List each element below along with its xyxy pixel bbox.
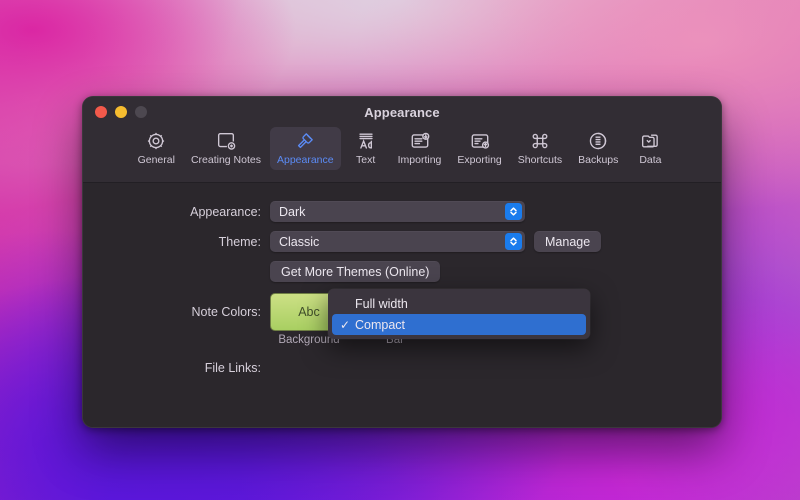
tab-backups-label: Backups bbox=[578, 154, 619, 166]
tab-text-label: Text bbox=[355, 154, 376, 166]
command-key-icon bbox=[529, 130, 551, 152]
appearance-row: Appearance: Dark bbox=[83, 201, 721, 222]
tab-data[interactable]: Data bbox=[627, 127, 673, 170]
desktop-wallpaper: Appearance General Creating Notes Appear… bbox=[0, 0, 800, 500]
theme-select[interactable]: Classic bbox=[270, 231, 525, 252]
paintbrush-icon bbox=[294, 130, 316, 152]
text-aa-icon bbox=[355, 130, 377, 152]
zoom-button[interactable] bbox=[135, 106, 147, 118]
tab-creating-notes-label: Creating Notes bbox=[190, 154, 261, 166]
chevron-updown-icon bbox=[505, 233, 522, 250]
window-titlebar: Appearance bbox=[83, 97, 721, 127]
export-doc-icon bbox=[469, 130, 491, 152]
layout-spacer bbox=[83, 334, 270, 346]
window-title: Appearance bbox=[364, 104, 440, 120]
preferences-toolbar: General Creating Notes Appearance Text I… bbox=[83, 127, 721, 183]
tab-shortcuts-label: Shortcuts bbox=[517, 154, 563, 166]
note-background-swatch-text: Abc bbox=[298, 305, 320, 319]
note-add-icon bbox=[215, 130, 237, 152]
file-links-dropdown-menu: Full width ✓ Compact bbox=[328, 289, 590, 339]
tab-text[interactable]: Text bbox=[343, 127, 389, 170]
tab-data-label: Data bbox=[639, 154, 662, 166]
appearance-pane: Appearance: Dark Theme: Classic Manage G… bbox=[83, 183, 721, 427]
tab-shortcuts[interactable]: Shortcuts bbox=[511, 127, 569, 170]
tab-creating-notes[interactable]: Creating Notes bbox=[184, 127, 268, 170]
menu-item-full-width[interactable]: Full width bbox=[332, 293, 586, 314]
minimize-button[interactable] bbox=[115, 106, 127, 118]
tab-exporting-label: Exporting bbox=[457, 154, 502, 166]
import-doc-icon bbox=[409, 130, 431, 152]
get-more-themes-row: Get More Themes (Online) bbox=[83, 261, 721, 282]
backup-disk-icon bbox=[587, 130, 609, 152]
tab-appearance[interactable]: Appearance bbox=[269, 127, 341, 170]
tab-general[interactable]: General bbox=[131, 127, 182, 170]
note-colors-label: Note Colors: bbox=[191, 305, 261, 319]
appearance-select[interactable]: Dark bbox=[270, 201, 525, 222]
theme-label: Theme: bbox=[218, 234, 261, 249]
manage-themes-button[interactable]: Manage bbox=[534, 231, 602, 252]
get-more-themes-button[interactable]: Get More Themes (Online) bbox=[270, 261, 441, 282]
appearance-label: Appearance: bbox=[190, 204, 261, 219]
tab-general-label: General bbox=[137, 154, 175, 166]
menu-item-compact-label: Compact bbox=[355, 317, 406, 332]
menu-item-compact[interactable]: ✓ Compact bbox=[332, 314, 586, 335]
close-button[interactable] bbox=[95, 106, 107, 118]
appearance-select-value: Dark bbox=[279, 204, 306, 219]
file-links-row: File Links: bbox=[83, 361, 721, 375]
theme-row: Theme: Classic Manage bbox=[83, 231, 721, 252]
traffic-light-group bbox=[95, 97, 147, 127]
chevron-updown-icon bbox=[505, 203, 522, 220]
tab-importing[interactable]: Importing bbox=[391, 127, 449, 170]
tab-importing-label: Importing bbox=[397, 154, 442, 166]
tab-exporting[interactable]: Exporting bbox=[450, 127, 508, 170]
menu-item-full-width-label: Full width bbox=[355, 296, 408, 311]
file-links-label: File Links: bbox=[204, 361, 261, 375]
preferences-window: Appearance General Creating Notes Appear… bbox=[82, 96, 722, 428]
tab-backups[interactable]: Backups bbox=[571, 127, 625, 170]
tab-appearance-label: Appearance bbox=[276, 154, 334, 166]
theme-select-value: Classic bbox=[279, 234, 320, 249]
folder-data-icon bbox=[639, 130, 661, 152]
gear-icon bbox=[145, 130, 167, 152]
checkmark-icon: ✓ bbox=[340, 317, 351, 332]
